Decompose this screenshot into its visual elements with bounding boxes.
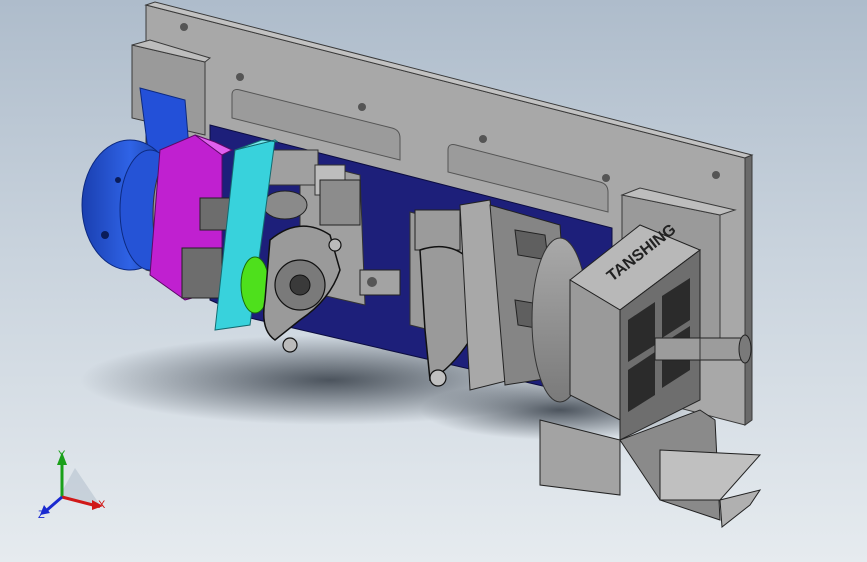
coordinate-triad: Y X Z — [38, 449, 106, 521]
output-shaft[interactable] — [654, 334, 752, 364]
center-locator[interactable] — [359, 269, 401, 296]
triad-y-label: Y — [58, 449, 66, 461]
triad-x-label: X — [98, 499, 106, 511]
cad-3d-viewport[interactable]: TANSHING Y X Z — [0, 0, 867, 562]
triad-z-label: Z — [38, 509, 45, 521]
